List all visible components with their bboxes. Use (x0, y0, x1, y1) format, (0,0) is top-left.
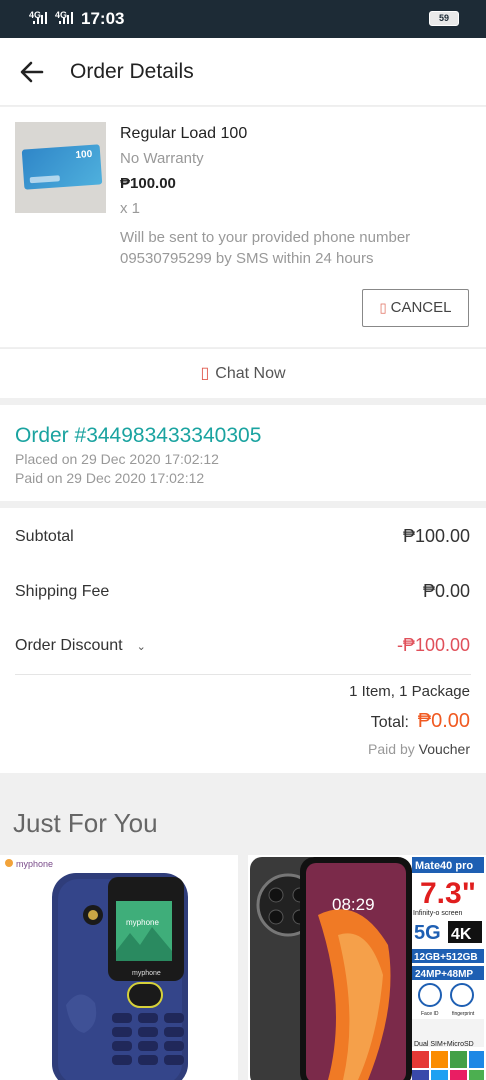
face-id-label: Face ID (421, 1011, 439, 1017)
back-arrow-icon[interactable] (18, 58, 46, 86)
camera-spec: 24MP+48MP (415, 969, 473, 980)
fingerprint-label: fingerprint (452, 1011, 475, 1017)
battery-icon: 59 (429, 11, 459, 26)
phone-clock: 08:29 (332, 895, 375, 914)
paid-date: Paid on 29 Dec 2020 17:02:12 (15, 470, 205, 486)
product-thumbnail[interactable]: 100 (15, 122, 106, 213)
load-card-value: 100 (75, 148, 93, 162)
signal-icon-2 (59, 12, 73, 24)
order-discount-toggle[interactable]: Order Discount ⌄ (15, 637, 146, 655)
total-value: ₱0.00 (417, 710, 470, 732)
clock: 17:03 (81, 9, 125, 28)
delivery-note: Will be sent to your provided phone numb… (120, 229, 411, 267)
discount-label: Order Discount (15, 637, 123, 654)
smartphone-image: 08:29 Mate40 pro 7.3" Infinity-o screen … (248, 855, 486, 1080)
product-price: ₱100.00 (120, 175, 176, 192)
total-label: Total: (370, 714, 409, 731)
model-label: Mate40 pro (415, 860, 473, 872)
sim-spec: Dual SIM+MicroSD (414, 1041, 474, 1048)
divider (15, 674, 471, 675)
tagline: Infinity-o screen (413, 910, 463, 917)
shipping-value: ₱0.00 (422, 581, 470, 601)
product-name[interactable]: Regular Load 100 (120, 125, 247, 143)
memory-spec: 12GB+512GB (414, 952, 478, 963)
badge-4k: 4K (451, 926, 472, 943)
phone-screen-brand: myphone (126, 918, 159, 927)
paid-by: Paid by Voucher (368, 741, 470, 757)
badge-5g: 5G (414, 922, 441, 944)
placed-date: Placed on 29 Dec 2020 17:02:12 (15, 451, 219, 467)
brand-logo-text: myphone (16, 859, 53, 869)
item-count: 1 Item, 1 Package (349, 683, 470, 700)
cancel-button[interactable]: ▯ CANCEL (362, 289, 469, 327)
discount-value: -₱100.00 (396, 635, 470, 655)
subtotal-label: Subtotal (15, 528, 74, 545)
chat-icon: ▯ (200, 365, 210, 382)
chevron-down-icon: ⌄ (136, 641, 146, 653)
cancel-label: CANCEL (390, 299, 452, 316)
cancel-icon: ▯ (379, 300, 387, 315)
screen-size: 7.3" (420, 877, 476, 910)
feature-phone-image: myphone myphone myphone (0, 855, 238, 1080)
header-bar: Order Details (0, 38, 486, 106)
product-quantity: x 1 (120, 200, 141, 217)
order-number: Order #344983433340305 (15, 424, 262, 447)
product-warranty: No Warranty (120, 150, 204, 167)
recommended-product-2[interactable]: 08:29 Mate40 pro 7.3" Infinity-o screen … (248, 855, 486, 1080)
svg-text:myphone: myphone (132, 970, 161, 977)
recommended-product-1[interactable]: myphone myphone myphone (0, 855, 238, 1080)
paid-by-value: Voucher (418, 741, 470, 757)
load-card-image: 100 (21, 144, 103, 190)
order-info: Order #344983433340305 Placed on 29 Dec … (0, 405, 486, 501)
shipping-label: Shipping Fee (15, 583, 110, 600)
page-title: Order Details (70, 60, 194, 83)
subtotal-value: ₱100.00 (402, 526, 470, 546)
payment-summary: Subtotal ₱100.00 Shipping Fee ₱0.00 Orde… (0, 508, 486, 773)
signal-icon (33, 12, 47, 24)
order-item-card: 100 Regular Load 100 No Warranty ₱100.00… (0, 107, 486, 347)
paid-by-label: Paid by (368, 741, 415, 757)
status-bar: 4G 4G 17:03 59 (0, 0, 486, 38)
chat-label: Chat Now (215, 365, 286, 382)
chat-now-button[interactable]: ▯ Chat Now (0, 348, 486, 398)
just-for-you-heading: Just For You (13, 808, 158, 838)
